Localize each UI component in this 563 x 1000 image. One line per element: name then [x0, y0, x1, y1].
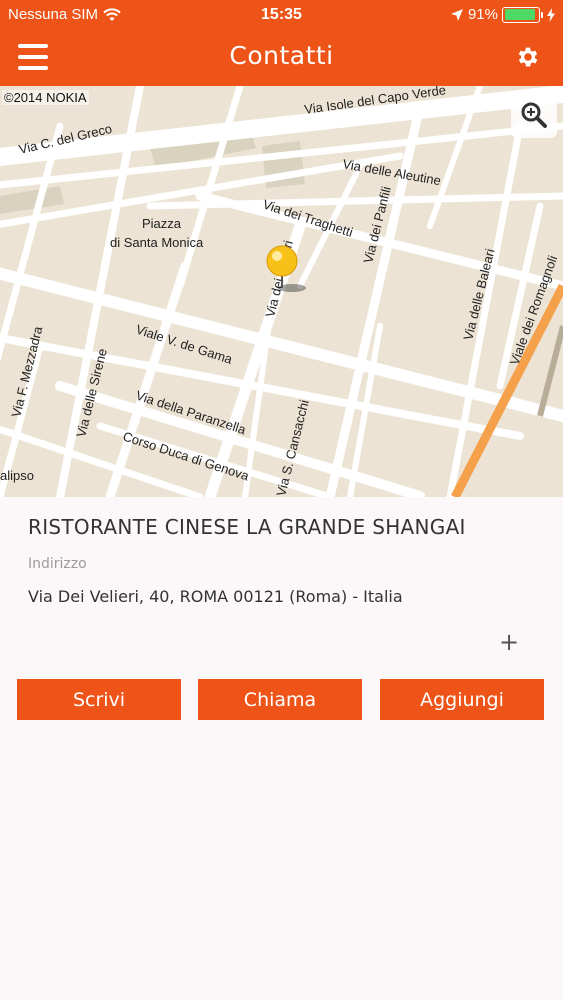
location-arrow-icon [450, 8, 463, 21]
address-value: Via Dei Velieri, 40, ROMA 00121 (Roma) -… [28, 587, 403, 606]
map-copyright: ©2014 NOKIA [2, 90, 89, 105]
action-buttons: Scrivi Chiama Aggiungi [17, 679, 544, 720]
expand-plus-icon[interactable]: + [498, 630, 520, 654]
status-bar: Nessuna SIM 15:35 91% [0, 0, 563, 30]
contact-name: RISTORANTE CINESE LA GRANDE SHANGAI [28, 515, 466, 539]
map-view[interactable]: Via Isole del Capo Verde Via C. del Grec… [0, 86, 563, 497]
map-label: alipso [0, 468, 34, 483]
address-label: Indirizzo [28, 556, 87, 572]
add-contact-button[interactable]: Aggiungi [380, 679, 544, 720]
write-button[interactable]: Scrivi [17, 679, 181, 720]
gear-icon[interactable] [515, 44, 541, 70]
map-label: Piazza [142, 216, 182, 231]
status-right: 91% [450, 6, 555, 23]
zoom-in-icon[interactable] [511, 92, 557, 138]
page-title: Contatti [229, 41, 334, 70]
location-pin-icon [266, 245, 298, 277]
charging-bolt-icon [547, 7, 555, 22]
call-button[interactable]: Chiama [198, 679, 362, 720]
battery-icon [502, 6, 543, 23]
nav-bar: Contatti [0, 30, 563, 86]
battery-fill [504, 9, 535, 20]
battery-percent: 91% [467, 6, 498, 23]
map-label: di Santa Monica [110, 235, 204, 250]
map-canvas[interactable]: Via Isole del Capo Verde Via C. del Grec… [0, 86, 563, 497]
contact-details: RISTORANTE CINESE LA GRANDE SHANGAI Indi… [0, 497, 563, 1000]
